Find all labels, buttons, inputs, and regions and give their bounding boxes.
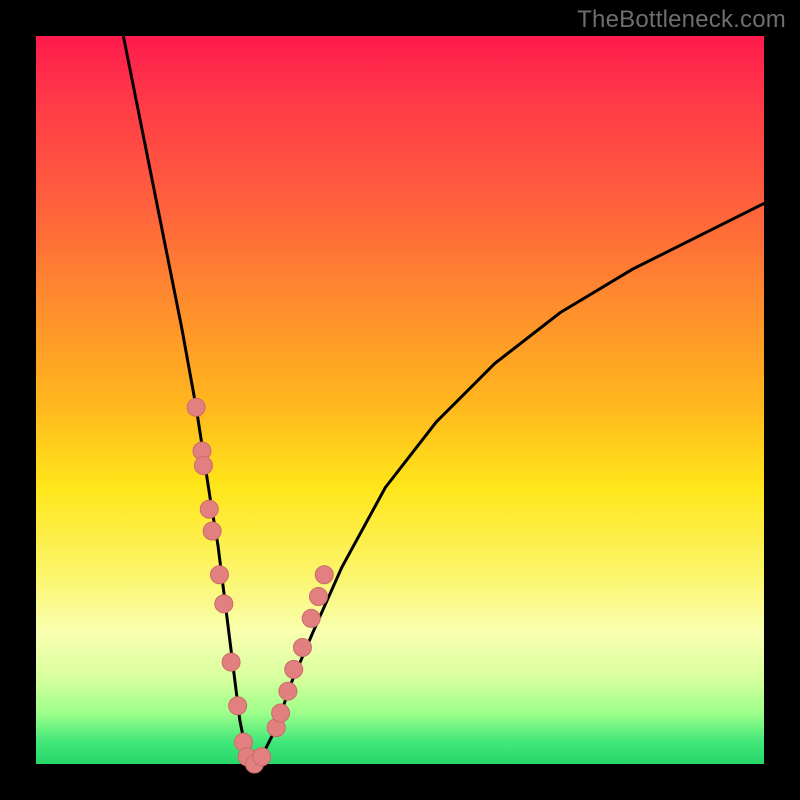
marker-point — [215, 595, 233, 613]
plot-area — [36, 36, 764, 764]
marker-point — [253, 748, 271, 766]
marker-point — [222, 653, 240, 671]
marker-point — [309, 588, 327, 606]
marker-point — [194, 457, 212, 475]
bottleneck-curve — [123, 36, 764, 764]
marker-point — [272, 704, 290, 722]
marker-point — [210, 566, 228, 584]
curve-svg — [36, 36, 764, 764]
marker-point — [200, 500, 218, 518]
marker-point — [279, 682, 297, 700]
marker-point — [293, 639, 311, 657]
chart-frame: TheBottleneck.com — [0, 0, 800, 800]
marker-point — [302, 609, 320, 627]
marker-point — [187, 398, 205, 416]
highlight-markers — [187, 398, 333, 773]
marker-point — [229, 697, 247, 715]
watermark-text: TheBottleneck.com — [577, 6, 786, 34]
marker-point — [285, 660, 303, 678]
marker-point — [315, 566, 333, 584]
marker-point — [203, 522, 221, 540]
